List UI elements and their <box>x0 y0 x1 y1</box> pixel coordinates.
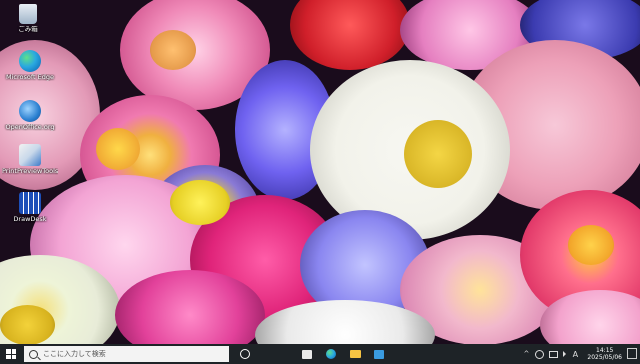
start-button[interactable] <box>0 344 22 364</box>
windows-logo-icon <box>6 349 16 359</box>
task-view-button[interactable] <box>235 344 255 364</box>
openoffice-icon <box>19 100 41 122</box>
taskbar: ここに入力して検索 ^ A 14:15 2025/05/06 <box>0 344 640 364</box>
desktop-icon-label: PrintPreviewTools <box>2 168 58 175</box>
folder-taskbar-button[interactable] <box>345 344 365 364</box>
recycle-bin-icon <box>19 4 37 24</box>
ime-mode-indicator[interactable]: A <box>571 350 579 359</box>
volume-icon[interactable] <box>563 351 567 357</box>
desktop-icon-openoffice[interactable]: OpenOffice.org <box>2 100 58 131</box>
task-view-icon <box>240 349 250 359</box>
system-tray: ^ A 14:15 2025/05/06 <box>522 344 622 364</box>
display-icon[interactable] <box>549 350 559 358</box>
desktop-icon-label: OpenOffice.org <box>5 124 55 131</box>
file-explorer-icon <box>302 349 312 359</box>
folder-icon <box>349 350 361 358</box>
clock-time: 14:15 <box>596 347 614 354</box>
desktop-icon-label: ごみ箱 <box>18 26 38 33</box>
store-icon <box>374 349 384 359</box>
network-icon[interactable] <box>535 349 545 359</box>
desktop-icon-print-tools[interactable]: PrintPreviewTools <box>2 144 58 175</box>
desktop-icon-label: DrawDesk <box>13 216 47 223</box>
taskbar-pinned-apps <box>235 344 389 364</box>
desktop-icon-recycle-bin[interactable]: ごみ箱 <box>0 4 56 33</box>
taskbar-search-box[interactable]: ここに入力して検索 <box>24 346 229 362</box>
store-taskbar-button[interactable] <box>369 344 389 364</box>
desktop-icon-grid-app[interactable]: DrawDesk <box>2 192 58 223</box>
print-tools-icon <box>19 144 41 166</box>
notification-center-icon[interactable] <box>627 348 637 359</box>
clock-date: 2025/05/06 <box>587 354 622 361</box>
chevron-up-icon[interactable]: ^ <box>522 350 530 358</box>
edge-icon <box>326 349 336 359</box>
search-placeholder: ここに入力して検索 <box>43 350 106 358</box>
grid-app-icon <box>19 192 41 214</box>
desktop-icon-label: Microsoft Edge <box>5 74 54 81</box>
edge-taskbar-button[interactable] <box>321 344 341 364</box>
file-explorer-button[interactable] <box>297 344 317 364</box>
desktop-wallpaper <box>0 0 640 344</box>
desktop-icon-edge[interactable]: Microsoft Edge <box>2 50 58 81</box>
search-icon <box>29 349 38 359</box>
taskbar-clock[interactable]: 14:15 2025/05/06 <box>587 347 622 361</box>
edge-icon <box>19 50 41 72</box>
